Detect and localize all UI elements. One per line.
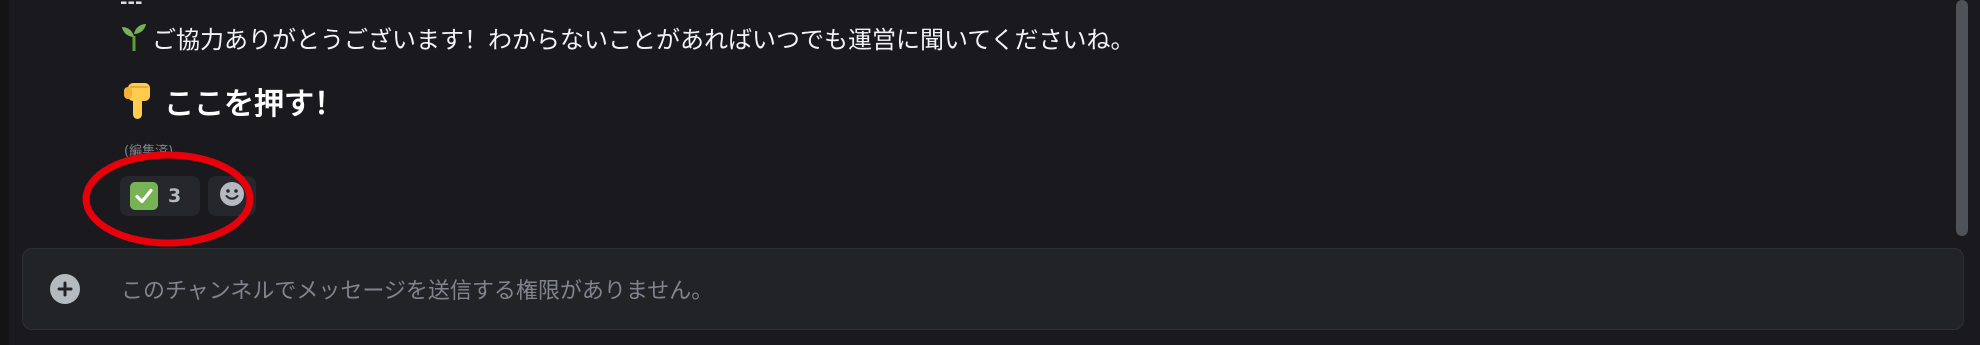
message-line-press-here: ここを押す！ (120, 76, 344, 126)
seedling-icon (120, 22, 148, 52)
edited-label: (編集済) (124, 144, 174, 159)
pointing-down-icon (120, 81, 154, 121)
white-check-mark-icon (130, 182, 158, 210)
add-reaction-button[interactable] (208, 176, 256, 216)
scrollbar-thumb[interactable] (1956, 0, 1968, 236)
reaction-check-button[interactable]: 3 (120, 176, 200, 216)
message-line-press-here-text: ここを押す！ (164, 87, 344, 122)
message-line-thanks-text: ご協力ありがとうございます！わからないことがあればいつでも運営に聞いてくださいね… (152, 25, 1135, 54)
composer-placeholder: このチャンネルでメッセージを送信する権限がありません。 (121, 279, 714, 304)
add-reaction-icon (219, 181, 245, 211)
message-line-thanks: ご協力ありがとうございます！わからないことがあればいつでも運営に聞いてくださいね… (120, 17, 1135, 57)
reaction-count: 3 (168, 185, 182, 207)
message-composer[interactable]: このチャンネルでメッセージを送信する権限がありません。 (22, 248, 1964, 330)
reactions-bar: 3 (120, 176, 256, 216)
separator-text: --- (120, 0, 142, 6)
plus-circle-icon[interactable] (50, 274, 80, 304)
left-border (0, 0, 9, 345)
